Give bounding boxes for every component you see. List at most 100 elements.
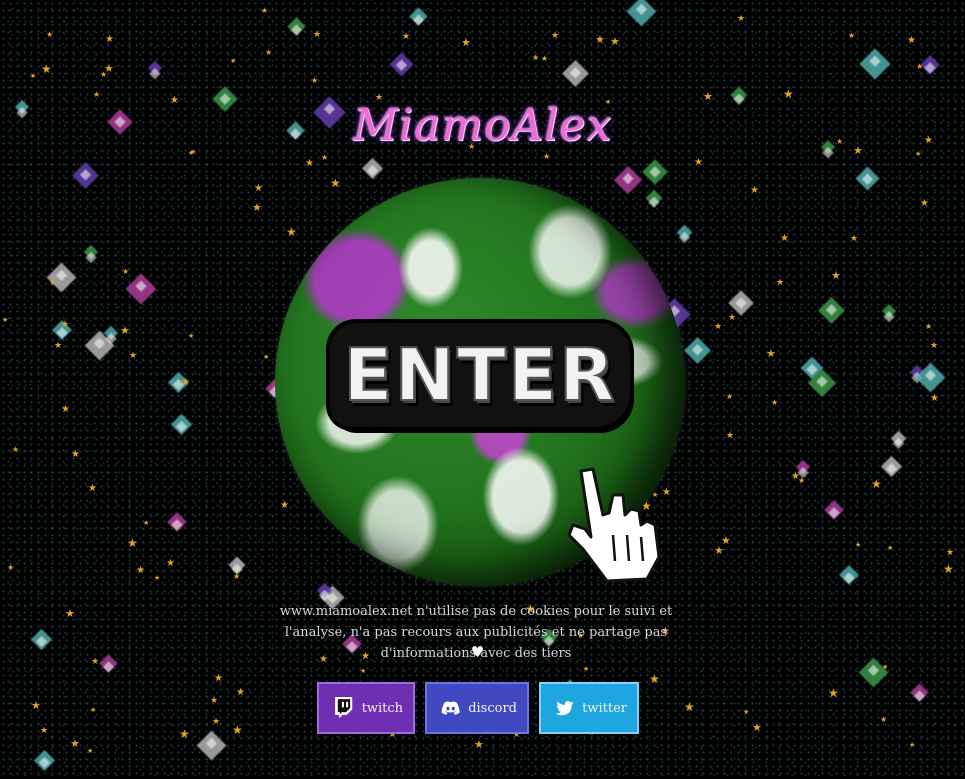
star-decoration: ★: [776, 278, 785, 288]
discord-label: discord: [468, 700, 517, 716]
twitch-icon: [335, 697, 353, 719]
star-decoration: ★: [943, 562, 954, 576]
star-decoration: ★: [907, 35, 916, 46]
star-decoration: ★: [93, 90, 101, 99]
star-decoration: ★: [828, 686, 839, 700]
star-decoration: ★: [726, 431, 735, 441]
star-decoration: ★: [771, 398, 779, 407]
sparkle-decoration: [196, 730, 227, 761]
star-decoration: ★: [649, 672, 660, 686]
star-decoration: ★: [783, 87, 794, 101]
star-decoration: ★: [181, 377, 190, 388]
star-decoration: ★: [230, 57, 237, 65]
star-decoration: ★: [88, 483, 97, 494]
star-decoration: ★: [105, 34, 114, 45]
star-decoration: ★: [305, 158, 314, 169]
star-decoration: ★: [737, 14, 746, 24]
sparkle-decoration: [818, 297, 845, 324]
star-decoration: ★: [127, 536, 138, 550]
star-decoration: ★: [930, 393, 939, 404]
star-decoration: ★: [684, 700, 695, 714]
sparkle-decoration: [147, 60, 163, 76]
twitter-icon: [555, 700, 574, 715]
star-decoration: ★: [61, 320, 70, 330]
sparkle-decoration: [645, 189, 663, 207]
star-decoration: ★: [871, 477, 882, 491]
star-decoration: ★: [925, 322, 933, 331]
star-decoration: ★: [122, 267, 130, 276]
star-decoration: ★: [766, 347, 776, 360]
sparkle-decoration: [125, 273, 157, 305]
star-decoration: ★: [61, 404, 70, 415]
star-decoration: ★: [850, 234, 859, 244]
star-decoration: ★: [750, 185, 759, 196]
star-decoration: ★: [49, 278, 57, 287]
star-decoration: ★: [610, 35, 620, 48]
sparkle-decoration: [880, 455, 903, 478]
site-title: MiamoAlex: [352, 100, 613, 151]
sparkle-decoration: [626, 0, 657, 27]
star-decoration: ★: [87, 747, 94, 755]
star-decoration: ★: [946, 548, 955, 558]
star-decoration: ★: [286, 225, 297, 239]
star-decoration: ★: [551, 31, 560, 41]
star-decoration: ★: [694, 157, 703, 168]
star-decoration: ★: [920, 198, 929, 209]
star-decoration: ★: [887, 544, 894, 552]
star-decoration: ★: [595, 33, 605, 46]
star-decoration: ★: [541, 54, 549, 63]
star-decoration: ★: [30, 72, 37, 80]
star-decoration: ★: [714, 322, 723, 332]
star-decoration: ★: [855, 541, 862, 549]
star-decoration: ★: [210, 696, 219, 706]
sparkle-decoration: [170, 413, 193, 436]
sparkle-decoration: [824, 500, 844, 520]
star-decoration: ★: [330, 176, 341, 190]
star-decoration: ★: [236, 687, 245, 698]
sparkle-decoration: [72, 162, 99, 189]
star-decoration: ★: [780, 233, 789, 244]
twitter-button[interactable]: twitter: [539, 682, 639, 734]
sparkle-decoration: [881, 303, 897, 319]
star-decoration: ★: [728, 313, 737, 323]
star-decoration: ★: [848, 31, 856, 40]
star-decoration: ★: [402, 32, 411, 42]
star-decoration: ★: [461, 36, 471, 49]
star-decoration: ★: [12, 445, 20, 454]
star-decoration: ★: [360, 667, 367, 675]
star-decoration: ★: [136, 565, 145, 576]
star-decoration: ★: [930, 341, 939, 351]
heart-symbol: ♥: [470, 643, 485, 661]
star-decoration: ★: [233, 572, 241, 581]
star-decoration: ★: [90, 706, 97, 714]
star-decoration: ★: [752, 721, 762, 734]
sparkle-decoration: [728, 290, 754, 316]
star-decoration: ★: [232, 723, 243, 737]
twitch-button[interactable]: twitch: [317, 682, 415, 734]
star-decoration: ★: [31, 699, 41, 712]
star-decoration: ★: [280, 500, 289, 511]
star-decoration: ★: [321, 153, 329, 162]
sparkle-decoration: [676, 224, 693, 241]
twitter-label: twitter: [582, 700, 627, 716]
star-decoration: ★: [179, 727, 190, 741]
star-decoration: ★: [65, 607, 75, 620]
star-decoration: ★: [46, 30, 54, 39]
star-decoration: ★: [54, 341, 63, 351]
pointer-hand-icon: [567, 467, 661, 583]
star-decoration: ★: [583, 665, 590, 673]
sparkle-decoration: [389, 52, 414, 77]
discord-button[interactable]: discord: [425, 682, 529, 734]
sparkle-decoration: [562, 60, 589, 87]
star-decoration: ★: [311, 76, 319, 85]
enter-button[interactable]: ENTER: [330, 323, 630, 427]
star-decoration: ★: [916, 62, 924, 71]
twitch-label: twitch: [361, 700, 403, 716]
sparkle-decoration: [890, 430, 907, 447]
star-decoration: ★: [188, 332, 195, 340]
sparkle-decoration: [684, 337, 711, 364]
star-decoration: ★: [40, 726, 49, 736]
sparkle-decoration: [167, 512, 187, 532]
star-decoration: ★: [7, 563, 15, 572]
discord-icon: [441, 701, 460, 715]
